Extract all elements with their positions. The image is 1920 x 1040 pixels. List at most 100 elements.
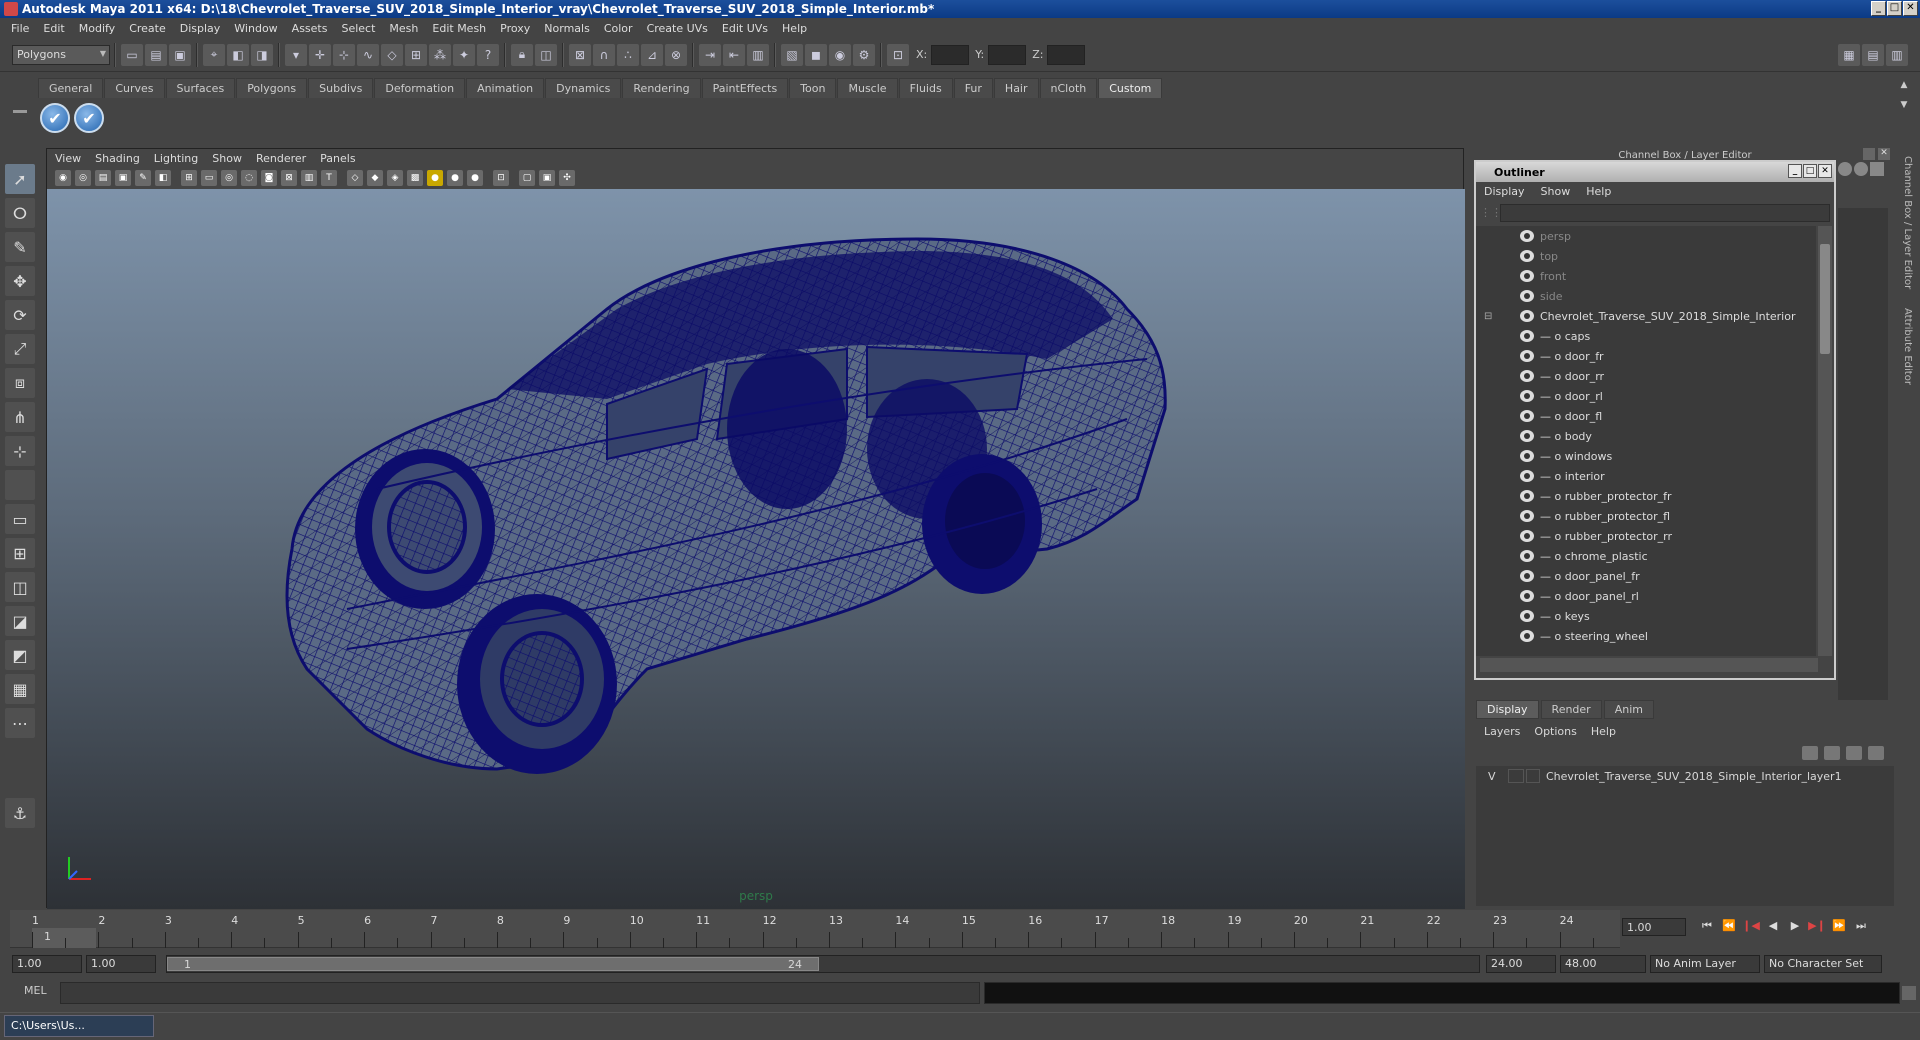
save-scene-icon[interactable]: ▣ [169, 43, 191, 66]
move-tool-icon[interactable]: ✥ [5, 266, 35, 296]
shelf-tab-custom[interactable]: Custom [1098, 78, 1163, 98]
menu-help[interactable]: Help [775, 22, 814, 35]
xray-components-icon[interactable]: ✣ [559, 170, 575, 186]
outliner-item-camera[interactable]: top [1476, 246, 1816, 266]
menu-create[interactable]: Create [122, 22, 173, 35]
anim-layer-dropdown[interactable]: No Anim Layer [1650, 955, 1760, 973]
show-tool-settings-icon[interactable]: ▤ [1862, 43, 1884, 66]
channel-box-icon[interactable] [1838, 162, 1852, 176]
layer-tab-anim[interactable]: Anim [1603, 699, 1654, 719]
render-settings-icon[interactable]: ⚙ [853, 43, 875, 66]
outliner-menu-display[interactable]: Display [1484, 185, 1525, 198]
menu-color[interactable]: Color [597, 22, 640, 35]
open-scene-icon[interactable]: ▤ [145, 43, 167, 66]
ipr-render-icon[interactable]: ◉ [829, 43, 851, 66]
persp-graph-layout-icon[interactable]: ◪ [5, 606, 35, 636]
shelf-tab-ncloth[interactable]: nCloth [1039, 78, 1098, 98]
film-gate-icon[interactable]: ▭ [201, 170, 217, 186]
layer-menu-help[interactable]: Help [1591, 725, 1616, 738]
shadows-icon[interactable]: ● [447, 170, 463, 186]
single-pane-layout-icon[interactable]: ▭ [5, 504, 35, 534]
four-pane-layout-icon[interactable]: ⊞ [5, 538, 35, 568]
shelf-tab-painteffects[interactable]: PaintEffects [701, 78, 789, 98]
wireframe-shading-icon[interactable]: ◇ [347, 170, 363, 186]
layer-editor-icon[interactable] [1854, 162, 1868, 176]
outliner-item-mesh[interactable]: — o door_rl [1476, 386, 1816, 406]
shelf-tab-polygons[interactable]: Polygons [236, 78, 308, 98]
pick-surfaces-icon[interactable]: ◇ [381, 43, 403, 66]
menu-edit[interactable]: Edit [36, 22, 71, 35]
go-to-end-icon[interactable]: ⏭ [1850, 919, 1872, 937]
shelf-scroll-arrows[interactable]: ▲ ▼ [1896, 80, 1912, 134]
construction-history-icon[interactable]: ▥ [747, 43, 769, 66]
filter-icon[interactable]: ⋮⋮ [1480, 206, 1502, 219]
outliner-item-mesh[interactable]: — o rubber_protector_rr [1476, 526, 1816, 546]
shelf-tab-toon[interactable]: Toon [789, 78, 837, 98]
snap-grid-icon[interactable]: ⊠ [569, 43, 591, 66]
lock-selection-icon[interactable]: 🔒︎ [511, 43, 533, 66]
outliner-item-mesh[interactable]: — o caps [1476, 326, 1816, 346]
image-plane-icon[interactable]: ▣ [115, 170, 131, 186]
go-to-start-icon[interactable]: ⏮ [1696, 919, 1718, 937]
camera-attributes-icon[interactable]: ◎ [75, 170, 91, 186]
layer-tab-display[interactable]: Display [1476, 699, 1539, 719]
outliner-item-mesh[interactable]: — o door_panel_rl [1476, 586, 1816, 606]
play-backwards-icon[interactable]: ◀ [1762, 919, 1784, 937]
outliner-item-mesh[interactable]: — o steering_wheel [1476, 626, 1816, 646]
script-editor-icon[interactable] [1902, 986, 1916, 1000]
viewport-menu-show[interactable]: Show [212, 152, 242, 165]
last-used-tool-icon[interactable] [5, 470, 35, 500]
maximize-button[interactable]: □ [1887, 1, 1902, 16]
outliner-menu-help[interactable]: Help [1586, 185, 1611, 198]
snap-point-icon[interactable]: ∴ [617, 43, 639, 66]
menu-mesh[interactable]: Mesh [382, 22, 425, 35]
perspective-viewport[interactable]: View Shading Lighting Show Renderer Pane… [46, 148, 1465, 909]
viewport-menu-lighting[interactable]: Lighting [154, 152, 198, 165]
move-layer-down-icon[interactable] [1824, 746, 1840, 760]
menu-file[interactable]: File [4, 22, 36, 35]
shelf-tab-curves[interactable]: Curves [104, 78, 165, 98]
show-channel-box-icon[interactable]: ▥ [1886, 43, 1908, 66]
menu-set-dropdown[interactable]: Polygons [12, 44, 110, 65]
select-object-icon[interactable]: ◧ [227, 43, 249, 66]
gate-mask-icon[interactable]: ⊠ [281, 170, 297, 186]
z-field[interactable] [1047, 44, 1086, 65]
menu-display[interactable]: Display [173, 22, 228, 35]
universal-manipulator-icon[interactable]: ⧈ [5, 368, 35, 398]
menu-edit-mesh[interactable]: Edit Mesh [425, 22, 493, 35]
outliner-vertical-scrollbar[interactable] [1818, 226, 1832, 656]
viewport-menu-view[interactable]: View [55, 152, 81, 165]
paint-select-tool-icon[interactable]: ✎ [5, 232, 35, 262]
xray-icon[interactable]: ▢ [519, 170, 535, 186]
outliner-minimize-button[interactable]: _ [1788, 164, 1802, 178]
bookmarks-icon[interactable]: ▤ [95, 170, 111, 186]
outliner-item-mesh[interactable]: — o door_fr [1476, 346, 1816, 366]
mask-dropdown-icon[interactable]: ▾ [285, 43, 307, 66]
shelf-tab-dynamics[interactable]: Dynamics [545, 78, 622, 98]
make-live-icon[interactable]: ⊗ [665, 43, 687, 66]
x-field[interactable] [931, 44, 970, 65]
isolate-select-icon[interactable]: ⊡ [493, 170, 509, 186]
float-panel-icon[interactable] [1863, 148, 1875, 160]
end-time-field[interactable]: 48.00 [1560, 955, 1646, 973]
outliner-tree[interactable]: persp top front side ⊟ Chevrolet_Traverse_SUV… [1476, 226, 1816, 656]
car-wireframe-model[interactable] [47, 189, 1465, 909]
show-attribute-editor-icon[interactable]: ▦ [1838, 43, 1860, 66]
ambient-occlusion-icon[interactable]: ● [467, 170, 483, 186]
shelf-tab-surfaces[interactable]: Surfaces [165, 78, 236, 98]
transform-field-icon[interactable]: ⊡ [887, 43, 909, 66]
layer-row[interactable]: V Chevrolet_Traverse_SUV_2018_Simple_Int… [1476, 766, 1894, 786]
lasso-tool-icon[interactable]: ⵔ [5, 198, 35, 228]
layer-visibility-toggle[interactable]: V [1488, 770, 1508, 783]
select-tool-icon[interactable]: ➚ [5, 164, 35, 194]
shelf-tab-muscle[interactable]: Muscle [837, 78, 898, 98]
pick-joints-icon[interactable]: ⊹ [333, 43, 355, 66]
pick-rendering-icon[interactable]: ✦ [453, 43, 475, 66]
render-view-icon[interactable]: ▧ [781, 43, 803, 66]
layer-color-swatch[interactable] [1526, 769, 1540, 783]
start-time-field[interactable]: 1.00 [12, 955, 82, 973]
time-slider[interactable]: 1 2 3 4 5 6 7 8 9 10 11 12 13 14 15 16 17 18 19 20 21 22 23 24 … [10, 910, 1620, 948]
viewport-scene[interactable]: persp [47, 189, 1465, 909]
outliner-item-mesh[interactable]: — o interior [1476, 466, 1816, 486]
playback-start-field[interactable]: 1.00 [86, 955, 156, 973]
